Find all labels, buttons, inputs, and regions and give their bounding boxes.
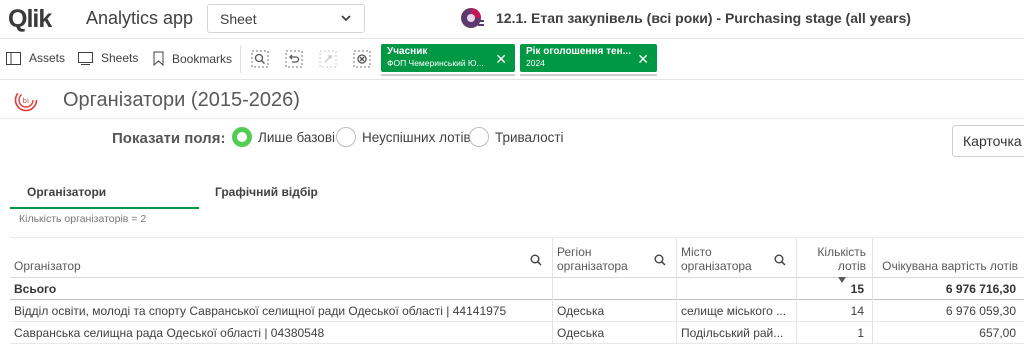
column-header-label: Регіон організатора — [557, 245, 628, 273]
radio-basic-only[interactable]: Лише базові — [232, 127, 335, 147]
bi-logo-icon: bi — [14, 88, 38, 112]
tab-graphic-selection[interactable]: Графічний відбір — [215, 185, 318, 199]
radio-unselected-icon — [469, 127, 489, 147]
column-header-label: Організатор — [14, 259, 81, 273]
table-header-row: Організатор Регіон організатора Місто ор… — [10, 238, 1024, 278]
column-header-line: організатора — [681, 259, 752, 273]
table-cell-organizer[interactable]: Відділ освіти, молоді та спорту Саврансь… — [10, 300, 553, 322]
search-icon[interactable] — [654, 254, 666, 266]
column-header-label: Кількість лотів — [817, 245, 866, 273]
tab-organizers[interactable]: Організатори — [27, 185, 106, 199]
selection-chip-participant[interactable]: Учасник ФОП Чемеринський Ю... ✕ — [381, 44, 515, 76]
total-value: 6 976 716,30 — [945, 282, 1016, 296]
column-header-line: лотів — [837, 259, 866, 273]
column-header-line: Місто — [681, 245, 712, 259]
card-button[interactable]: Карточка — [952, 125, 1024, 157]
close-icon[interactable]: ✕ — [495, 51, 507, 68]
toolbar-divider — [240, 45, 241, 73]
close-icon[interactable]: ✕ — [637, 51, 649, 68]
radio-label: Неуспішних лотів — [362, 129, 471, 145]
radio-selected-icon — [232, 127, 252, 147]
radio-label: Лише базові — [258, 129, 335, 145]
column-header-lots-count[interactable]: Кількість лотів — [797, 238, 873, 278]
table-cell-value: 6 976 059,30 — [945, 304, 1016, 318]
table-row[interactable]: Савранська селищна рада Одеської області… — [10, 322, 1024, 344]
toolbar: Assets Sheets Bookmarks Учасник ФОП Чеме… — [0, 38, 1024, 80]
selection-chip-bar — [520, 74, 657, 76]
search-icon[interactable] — [530, 254, 542, 266]
title-divider — [0, 118, 1024, 119]
top-bar: Qlik Analytics app Sheet 12.1. Етап заку… — [0, 0, 1024, 38]
table-cell — [677, 278, 797, 300]
step-back-icon[interactable] — [285, 50, 303, 68]
active-tab-indicator — [10, 207, 199, 209]
show-fields-label: Показати поля: — [112, 130, 226, 147]
assets-button[interactable]: Assets — [6, 51, 65, 65]
app-name: Analytics app — [86, 8, 194, 28]
selection-chip-value: ФОП Чемеринський Ю... — [387, 58, 484, 68]
table-cell-region[interactable]: Одеська — [553, 300, 677, 322]
sheet-selector-label: Sheet — [220, 10, 257, 27]
column-header-organizer[interactable]: Організатор — [10, 238, 553, 278]
total-lots: 15 — [797, 278, 873, 300]
column-header-label: Очікувана вартість лотів — [882, 259, 1018, 273]
table-cell-value: 657,00 — [979, 326, 1016, 340]
assets-panel-icon — [6, 51, 21, 65]
qlik-logo-text: Qlik — [8, 4, 52, 33]
bookmarks-label: Bookmarks — [172, 51, 233, 66]
qlik-logo[interactable]: Qlik — [6, 4, 52, 33]
table-cell-lots: 1 — [797, 322, 873, 344]
bookmarks-button[interactable]: Bookmarks — [153, 51, 232, 66]
column-header-line: організатора — [557, 259, 628, 273]
column-header-line: Регіон — [557, 245, 592, 259]
sheet-selector[interactable]: Sheet — [207, 4, 365, 33]
radio-failed-lots[interactable]: Неуспішних лотів — [336, 127, 471, 147]
selection-chip-value: 2024 — [526, 58, 545, 68]
column-header-label: Місто організатора — [681, 245, 752, 273]
clear-selections-icon[interactable] — [353, 50, 371, 68]
column-header-expected-value[interactable]: Очікувана вартість лотів — [873, 238, 1024, 278]
column-header-region[interactable]: Регіон організатора — [553, 238, 677, 278]
sort-descending-icon[interactable] — [838, 277, 846, 283]
organizers-count: Кількість організаторів = 2 — [19, 213, 147, 225]
bookmark-icon — [153, 51, 164, 66]
step-forward-icon[interactable] — [319, 50, 337, 68]
assets-label: Assets — [29, 51, 66, 65]
radio-durations[interactable]: Тривалості — [469, 127, 564, 147]
table-cell — [553, 278, 677, 300]
search-icon[interactable] — [774, 254, 786, 266]
selection-chip-year[interactable]: Рік оголошення тен... 2024 ✕ — [520, 44, 657, 76]
sheets-button[interactable]: Sheets — [78, 51, 138, 65]
column-header-city[interactable]: Місто організатора — [677, 238, 797, 278]
selection-chip-bar — [381, 74, 515, 76]
smart-search-icon[interactable] — [251, 50, 269, 68]
svg-text:bi: bi — [23, 97, 29, 105]
page-title: Організатори (2015-2026) — [63, 89, 300, 111]
organizers-table: Організатор Регіон організатора Місто ор… — [10, 238, 1024, 344]
selection-chip-field: Рік оголошення тен... — [526, 46, 631, 57]
table-cell-region[interactable]: Одеська — [553, 322, 677, 344]
radio-label: Тривалості — [495, 129, 564, 145]
sheet-title: 12.1. Етап закупівель (всі роки) - Purch… — [496, 10, 911, 26]
sheets-label: Sheets — [101, 51, 139, 65]
total-label: Всього — [10, 278, 553, 300]
table-row[interactable]: Відділ освіти, молоді та спорту Саврансь… — [10, 300, 1024, 322]
table-cell-city[interactable]: селище міського ... — [677, 300, 797, 322]
radio-unselected-icon — [336, 127, 356, 147]
table-cell-lots: 14 — [797, 300, 873, 322]
chevron-down-icon — [341, 15, 351, 22]
table-cell-city[interactable]: Подільський рай... — [677, 322, 797, 344]
table-cell-organizer[interactable]: Савранська селищна рада Одеської області… — [10, 322, 553, 344]
table-total-row: Всього 15 6 976 716,30 — [10, 278, 1024, 300]
selection-chip-field: Учасник — [387, 46, 428, 57]
more-options-button[interactable]: ··· — [870, 8, 891, 29]
sheets-icon — [78, 51, 93, 65]
app-thumbnail-icon — [461, 8, 484, 28]
column-header-line: Кількість — [817, 245, 866, 259]
